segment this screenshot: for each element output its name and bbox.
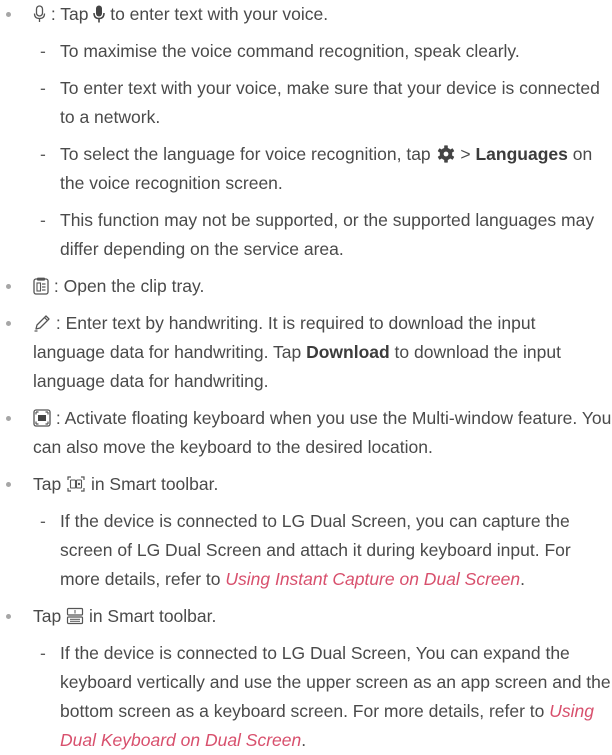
dual-keyboard-icon [66,607,84,625]
pen-icon [33,314,51,332]
microphone-filled-icon [93,5,106,23]
sub-item-languages: - To select the language for voice recog… [6,140,612,198]
dash-marker: - [40,144,46,164]
sub-item-network: - To enter text with your voice, make su… [6,74,612,132]
gear-icon [436,145,456,163]
sub-item-dual-keyboard-details: - If the device is connected to LG Dual … [6,639,612,755]
link-instant-capture[interactable]: Using Instant Capture on Dual Screen [225,569,520,589]
bullet-floating-keyboard: : Activate floating keyboard when you us… [6,404,612,462]
sub-item-service-area: - This function may not be supported, or… [6,206,612,264]
microphone-outline-icon [33,5,46,23]
bullet-instant-capture: Tap in Smart toolbar. [6,470,612,499]
document-body: : Tap to enter text with your voice. - T… [0,0,612,755]
bullet-clip-tray: : Open the clip tray. [6,272,612,301]
sub-item-speak-clearly: - To maximise the voice command recognit… [6,37,612,66]
dash-marker: - [40,643,46,663]
dash-marker: - [40,210,46,230]
clip-tray-icon [33,277,49,295]
floating-keyboard-icon [33,409,51,427]
dash-marker: - [40,511,46,531]
dash-marker: - [40,78,46,98]
sub-item-capture-details: - If the device is connected to LG Dual … [6,507,612,594]
dash-marker: - [40,41,46,61]
instant-capture-icon [66,475,86,493]
bullet-handwriting: : Enter text by handwriting. It is requi… [6,309,612,396]
bullet-dual-keyboard: Tap in Smart toolbar. [6,602,612,631]
bullet-voice-input: : Tap to enter text with your voice. [6,0,612,29]
